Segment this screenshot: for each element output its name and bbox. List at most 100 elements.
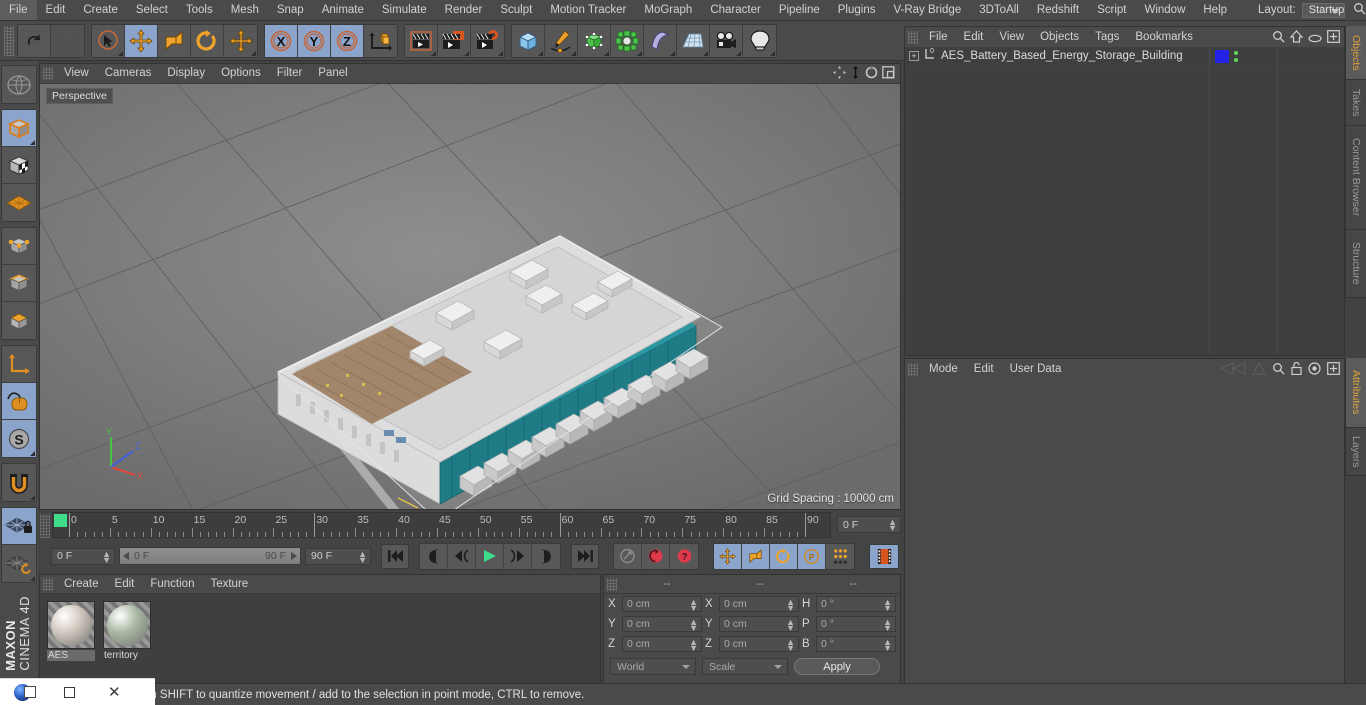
dolly-icon[interactable] bbox=[850, 66, 861, 84]
current-frame-field-top[interactable]: 0 F ▲ ▼ bbox=[837, 516, 901, 533]
object-menu-objects[interactable]: Objects bbox=[1032, 28, 1087, 47]
search-icon[interactable] bbox=[1272, 362, 1285, 380]
viewport-menu-display[interactable]: Display bbox=[159, 64, 213, 83]
range-start-arrow-icon[interactable]: 0 F bbox=[123, 550, 149, 562]
open-timeline-button[interactable] bbox=[869, 543, 899, 569]
menu-item-help[interactable]: Help bbox=[1194, 0, 1236, 20]
snap-magnet-button[interactable] bbox=[2, 464, 36, 501]
scale-tool[interactable] bbox=[158, 24, 191, 57]
menu-item-tools[interactable]: Tools bbox=[177, 0, 222, 20]
lock-z-axis-button[interactable]: Z bbox=[331, 24, 364, 57]
play-button[interactable] bbox=[476, 543, 504, 569]
menu-item-simulate[interactable]: Simulate bbox=[373, 0, 436, 20]
object-tree[interactable]: +0 AES_Battery_Based_Energy_Storage_Build… bbox=[905, 47, 1344, 355]
timeline-playhead[interactable] bbox=[314, 513, 316, 537]
lock-y-axis-button[interactable]: Y bbox=[298, 24, 331, 57]
add-spline-button[interactable] bbox=[545, 24, 578, 57]
menu-item-character[interactable]: Character bbox=[701, 0, 770, 20]
position-y-field[interactable]: 0 cm ▲ ▼ bbox=[622, 616, 702, 633]
render-settings-button[interactable] bbox=[471, 24, 504, 57]
material-menu-edit[interactable]: Edit bbox=[107, 575, 143, 593]
toolbar-grip[interactable] bbox=[4, 25, 14, 56]
nurbs-button[interactable] bbox=[578, 24, 611, 57]
model-mode-button[interactable] bbox=[2, 110, 36, 147]
search-icon[interactable] bbox=[1353, 2, 1366, 18]
scale-key-button[interactable] bbox=[742, 543, 770, 569]
object-menu-edit[interactable]: Edit bbox=[956, 28, 992, 47]
timeline-playhead[interactable] bbox=[559, 513, 561, 537]
object-manager-grip[interactable] bbox=[908, 30, 918, 44]
menu-item-file[interactable]: File bbox=[0, 0, 37, 20]
menu-item-pipeline[interactable]: Pipeline bbox=[770, 0, 829, 20]
enable-axis-button[interactable] bbox=[2, 346, 36, 383]
attribute-menu-user-data[interactable]: User Data bbox=[1002, 360, 1070, 379]
viewport-menu-view[interactable]: View bbox=[56, 64, 97, 83]
viewport-menu-filter[interactable]: Filter bbox=[269, 64, 311, 83]
rotation-b-field[interactable]: 0 ° ▲ ▼ bbox=[816, 636, 896, 653]
end-frame-field[interactable]: 90 F ▲ ▼ bbox=[305, 547, 371, 565]
dynamic-place-tool[interactable] bbox=[224, 24, 257, 57]
vertical-tab-layers[interactable]: Layers bbox=[1345, 428, 1366, 476]
maximize-icon[interactable] bbox=[882, 66, 895, 84]
layer-color-chip[interactable] bbox=[1215, 50, 1229, 63]
material-item[interactable]: AES bbox=[47, 601, 95, 685]
point-level-animation-button[interactable] bbox=[826, 543, 854, 569]
stepper-icon[interactable]: ▲ ▼ bbox=[689, 598, 698, 613]
size-mode-select[interactable]: Scale bbox=[702, 658, 788, 675]
menu-item-select[interactable]: Select bbox=[127, 0, 177, 20]
target-icon[interactable] bbox=[1308, 362, 1321, 380]
point-mode-button[interactable] bbox=[2, 228, 36, 265]
coordinate-system-select[interactable]: World bbox=[610, 658, 696, 675]
deformer-button[interactable] bbox=[644, 24, 677, 57]
material-list[interactable]: AES territory bbox=[40, 594, 600, 685]
timeline-grip[interactable] bbox=[40, 514, 50, 538]
orange-grid-button[interactable] bbox=[2, 184, 36, 221]
object-menu-bookmarks[interactable]: Bookmarks bbox=[1127, 28, 1201, 47]
coordinates-grip[interactable] bbox=[607, 577, 617, 591]
stepper-icon[interactable]: ▲ ▼ bbox=[358, 549, 367, 564]
make-editable-globe-button[interactable] bbox=[2, 66, 36, 103]
viewport-menu-cameras[interactable]: Cameras bbox=[97, 64, 160, 83]
stepper-icon[interactable]: ▲ ▼ bbox=[786, 618, 795, 633]
viewport-grip[interactable] bbox=[43, 67, 53, 80]
menu-item-snap[interactable]: Snap bbox=[268, 0, 313, 20]
vertical-tab-content-browser[interactable]: Content Browser bbox=[1345, 126, 1366, 230]
edge-mode-button[interactable] bbox=[2, 265, 36, 302]
lock-x-axis-button[interactable]: X bbox=[265, 24, 298, 57]
attribute-menu-mode[interactable]: Mode bbox=[921, 360, 966, 379]
stepper-icon[interactable]: ▲ ▼ bbox=[883, 618, 892, 633]
stepper-icon[interactable]: ▲ ▼ bbox=[888, 518, 897, 533]
plus-box-icon[interactable] bbox=[1327, 362, 1340, 380]
home-icon[interactable] bbox=[1289, 30, 1304, 48]
current-frame-marker[interactable] bbox=[54, 514, 67, 527]
timeline-ruler[interactable]: 0 5 10 15 20 25 30 35 40 45 50 55 60 65 70 75 80 85 90 bbox=[52, 512, 831, 538]
pan-icon[interactable] bbox=[833, 66, 846, 84]
menu-item-script[interactable]: Script bbox=[1088, 0, 1135, 20]
layout-select[interactable]: Startup bbox=[1301, 2, 1346, 18]
rotate-tool[interactable] bbox=[191, 24, 224, 57]
rotation-key-button[interactable] bbox=[770, 543, 798, 569]
material-menu-function[interactable]: Function bbox=[142, 575, 202, 593]
material-menu-texture[interactable]: Texture bbox=[202, 575, 256, 593]
render-to-picture-viewer-button[interactable] bbox=[438, 24, 471, 57]
eye-icon[interactable] bbox=[1308, 30, 1322, 48]
menu-item-redshift[interactable]: Redshift bbox=[1028, 0, 1088, 20]
record-active-objects-button[interactable] bbox=[642, 543, 670, 569]
apply-button[interactable]: Apply bbox=[794, 658, 880, 675]
visibility-dots-icon[interactable] bbox=[1234, 51, 1238, 62]
position-x-field[interactable]: 0 cm ▲ ▼ bbox=[622, 596, 702, 613]
menu-item-mograph[interactable]: MoGraph bbox=[635, 0, 701, 20]
menu-item-mesh[interactable]: Mesh bbox=[222, 0, 268, 20]
lock-icon[interactable] bbox=[1291, 361, 1302, 380]
object-menu-view[interactable]: View bbox=[991, 28, 1032, 47]
step-back-frame-button[interactable] bbox=[448, 543, 476, 569]
menu-item-edit[interactable]: Edit bbox=[37, 0, 75, 20]
search-icon[interactable] bbox=[1272, 30, 1285, 48]
timeline-playhead[interactable] bbox=[69, 513, 70, 537]
restore-window-icon[interactable] bbox=[64, 686, 75, 698]
stepper-icon[interactable]: ▲ ▼ bbox=[786, 638, 795, 653]
redo-button[interactable] bbox=[51, 24, 84, 57]
light-button[interactable] bbox=[743, 24, 776, 57]
camera-button[interactable] bbox=[710, 24, 743, 57]
soft-selection-button[interactable]: S bbox=[2, 420, 36, 457]
